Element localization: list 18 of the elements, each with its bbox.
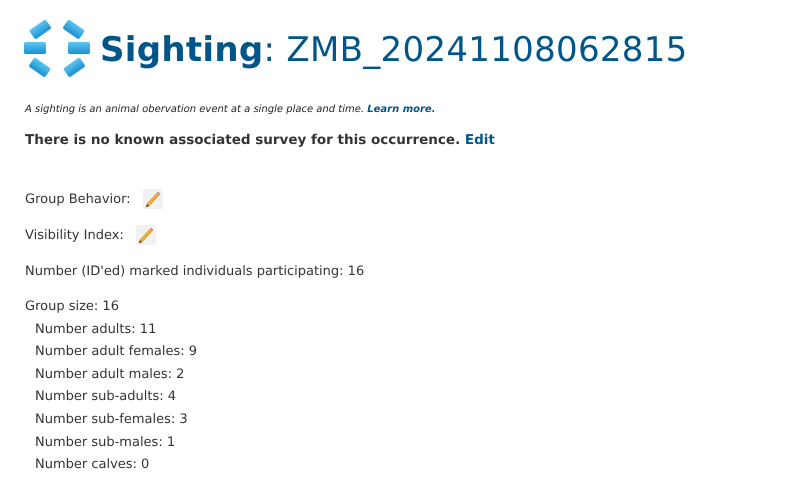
field-label: Visibility Index: — [25, 228, 124, 242]
group-size-text: Group size: 16 — [25, 298, 120, 316]
field-label: Group Behavior: — [25, 192, 131, 206]
count-text: Number calves: 0 — [35, 457, 150, 472]
learn-more-link[interactable]: Learn more. — [367, 104, 436, 115]
edit-link[interactable]: Edit — [464, 132, 495, 148]
edit-pencil-button[interactable] — [136, 225, 156, 245]
count-text: Number sub-females: 3 — [35, 412, 188, 427]
edit-pencil-button[interactable] — [142, 189, 163, 209]
count-text: Number adult females: 9 — [35, 344, 198, 360]
field-label: Number (ID'ed) marked individuals participating: 16 — [25, 264, 364, 278]
count-text: Number sub-males: 1 — [35, 434, 176, 450]
page-title: Sighting: ZMB_20241108062815 — [100, 30, 688, 70]
description-text: A sighting is an animal obervation event at a single place and time. Learn more. — [25, 104, 437, 115]
count-text: Number sub-adults: 4 — [35, 389, 176, 404]
survey-notice: There is no known associated survey for this occurrence. Edit — [25, 132, 496, 148]
count-text: Number adults: 11 — [35, 322, 156, 337]
count-text: Number adult males: 2 — [35, 366, 184, 382]
